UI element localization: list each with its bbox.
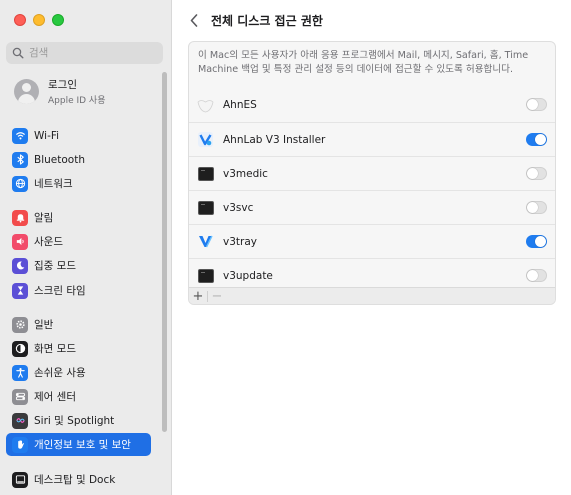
sidebar-item-label: Bluetooth bbox=[34, 153, 85, 166]
sidebar-item-개인정보-보호-및-보안[interactable]: 개인정보 보호 및 보안 bbox=[6, 433, 151, 456]
close-window-button[interactable] bbox=[14, 14, 26, 26]
sidebar-item-bluetooth[interactable]: Bluetooth bbox=[6, 148, 151, 171]
search-field[interactable] bbox=[6, 42, 163, 64]
sidebar-item-label: 스크린 타임 bbox=[34, 285, 86, 297]
remove-app-button[interactable]: − bbox=[208, 288, 226, 304]
sidebar-item-wi-fi[interactable]: Wi-Fi bbox=[6, 124, 151, 147]
appearance-icon bbox=[12, 340, 28, 357]
access-toggle-v3medic[interactable] bbox=[526, 167, 547, 180]
app-name: v3tray bbox=[223, 235, 257, 248]
bell-icon bbox=[12, 209, 28, 226]
hourglass-icon bbox=[12, 282, 28, 299]
sidebar-item-알림[interactable]: 알림 bbox=[6, 206, 151, 229]
ahnlab-v3-icon bbox=[197, 233, 214, 250]
gear-icon bbox=[12, 316, 28, 333]
sidebar-item-label: 집중 모드 bbox=[34, 260, 76, 272]
app-row-ahnes: AhnES bbox=[189, 88, 555, 122]
main-content: 전체 디스크 접근 권한 이 Mac의 모든 사용자가 아래 응용 프로그램에서… bbox=[173, 0, 571, 495]
account-subtitle: Apple ID 사용 bbox=[48, 96, 106, 106]
sidebar-item-label: 네트워크 bbox=[34, 178, 73, 190]
add-app-button[interactable]: + bbox=[189, 288, 207, 304]
globe-icon bbox=[12, 175, 28, 192]
app-name: v3medic bbox=[223, 167, 268, 180]
search-icon bbox=[12, 47, 24, 59]
back-button[interactable] bbox=[187, 11, 201, 29]
sidebar: 로그인 Apple ID 사용 Wi-Fi Bluetooth 네트워크알림사운드집… bbox=[0, 0, 172, 495]
app-row-v3tray: v3tray bbox=[189, 224, 555, 258]
list-footer: + − bbox=[189, 287, 555, 304]
sidebar-item-label: 개인정보 보호 및 보안 bbox=[34, 439, 131, 451]
app-name: v3svc bbox=[223, 201, 254, 214]
access-toggle-v3tray[interactable] bbox=[526, 235, 547, 248]
minimize-window-button[interactable] bbox=[33, 14, 45, 26]
sidebar-item-label: 알림 bbox=[34, 212, 54, 224]
sidebar-item-데스크탑-및-dock[interactable]: 데스크탑 및 Dock bbox=[6, 468, 151, 491]
sidebar-item-사운드[interactable]: 사운드 bbox=[6, 230, 151, 253]
panel-description: 이 Mac의 모든 사용자가 아래 응용 프로그램에서 Mail, 메시지, S… bbox=[198, 50, 529, 75]
sidebar-item-스크린-타임[interactable]: 스크린 타임 bbox=[6, 279, 151, 302]
app-name: AhnLab V3 Installer bbox=[223, 133, 326, 146]
sidebar-item-label: 제어 센터 bbox=[34, 391, 76, 403]
sidebar-item-일반[interactable]: 일반 bbox=[6, 313, 151, 336]
dock-icon bbox=[12, 471, 28, 488]
maximize-window-button[interactable] bbox=[52, 14, 64, 26]
sidebar-item-label: Siri 및 Spotlight bbox=[34, 415, 115, 427]
app-row-ahnlab-v3-installer: AhnLab V3 Installer bbox=[189, 122, 555, 156]
sidebar-item-label: 일반 bbox=[34, 319, 54, 331]
hand-icon bbox=[12, 436, 28, 453]
sidebar-item-label: 데스크탑 및 Dock bbox=[34, 474, 116, 486]
sidebar-item-siri-및-spotlight[interactable]: Siri 및 Spotlight bbox=[6, 409, 151, 432]
sidebar-item-label: 손쉬운 사용 bbox=[34, 367, 86, 379]
sidebar-item-집중-모드[interactable]: 집중 모드 bbox=[6, 254, 151, 277]
terminal-icon bbox=[197, 267, 214, 284]
ahnlab-installer-icon bbox=[197, 131, 214, 148]
sidebar-item-제어-센터[interactable]: 제어 센터 bbox=[6, 385, 151, 408]
access-toggle-ahnes[interactable] bbox=[526, 98, 547, 111]
access-toggle-v3svc[interactable] bbox=[526, 201, 547, 214]
window-controls bbox=[14, 14, 64, 26]
terminal-icon bbox=[197, 165, 214, 182]
apple-id-account[interactable]: 로그인 Apple ID 사용 bbox=[14, 77, 106, 106]
account-name: 로그인 bbox=[48, 79, 77, 91]
sidebar-item-네트워크[interactable]: 네트워크 bbox=[6, 172, 151, 195]
bluetooth-icon bbox=[12, 151, 28, 168]
sidebar-item-label: Wi-Fi bbox=[34, 129, 60, 142]
page-title: 전체 디스크 접근 권한 bbox=[211, 14, 323, 28]
speaker-icon bbox=[12, 233, 28, 250]
sidebar-item-label: 사운드 bbox=[34, 236, 63, 248]
header: 전체 디스크 접근 권한 bbox=[173, 0, 571, 40]
sidebar-item-화면-모드[interactable]: 화면 모드 bbox=[6, 337, 151, 360]
app-name: v3update bbox=[223, 269, 273, 282]
siri-icon bbox=[12, 412, 28, 429]
terminal-icon bbox=[197, 199, 214, 216]
chevron-left-icon bbox=[190, 13, 198, 27]
app-row-v3medic: v3medic bbox=[189, 156, 555, 190]
search-input[interactable] bbox=[29, 47, 149, 59]
access-toggle-ahnlab-v3-installer[interactable] bbox=[526, 133, 547, 146]
avatar bbox=[14, 79, 39, 104]
wifi-icon bbox=[12, 127, 28, 144]
access-toggle-v3update[interactable] bbox=[526, 269, 547, 282]
sidebar-item-손쉬운-사용[interactable]: 손쉬운 사용 bbox=[6, 361, 151, 384]
control-center-icon bbox=[12, 388, 28, 405]
full-disk-access-panel: 이 Mac의 모든 사용자가 아래 응용 프로그램에서 Mail, 메시지, S… bbox=[188, 41, 556, 305]
app-row-v3svc: v3svc bbox=[189, 190, 555, 224]
app-name: AhnES bbox=[223, 99, 257, 111]
ahnes-icon bbox=[197, 97, 214, 114]
sidebar-item-label: 화면 모드 bbox=[34, 343, 76, 355]
accessibility-icon bbox=[12, 364, 28, 381]
moon-icon bbox=[12, 257, 28, 274]
sidebar-scrollbar[interactable] bbox=[162, 72, 167, 432]
